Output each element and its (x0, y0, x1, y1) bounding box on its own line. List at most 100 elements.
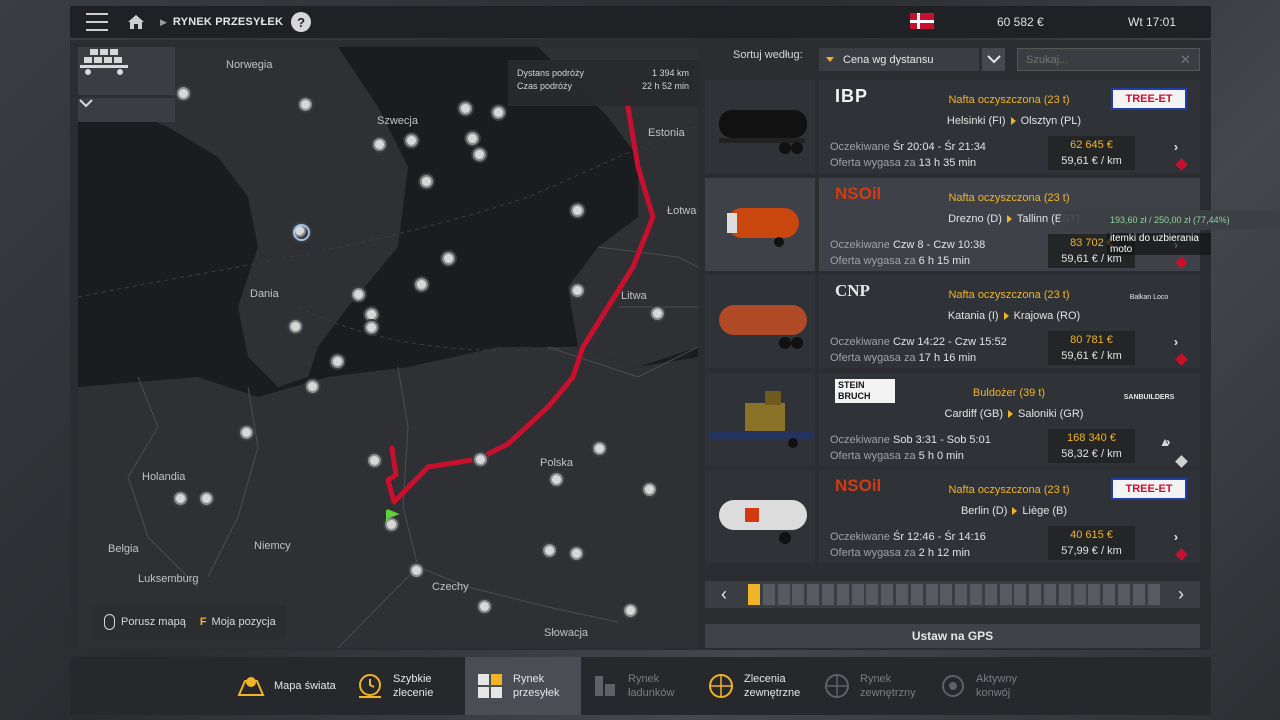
job-offer[interactable]: NSOil Nafta oczyszczona (23 t) Berlin (D… (705, 470, 1200, 563)
job-offer[interactable]: IBP Nafta oczyszczona (23 t) Helsinki (F… (705, 80, 1200, 173)
page-indicator[interactable] (1132, 584, 1145, 605)
menu-icon[interactable] (86, 13, 108, 31)
city-marker[interactable] (442, 252, 455, 265)
city-marker[interactable] (492, 106, 505, 119)
page-indicator[interactable] (1014, 584, 1027, 605)
page-indicator[interactable] (1103, 584, 1116, 605)
page-indicator[interactable] (807, 584, 820, 605)
nav-cargo-market[interactable]: Rynek ładunków (590, 657, 690, 715)
breadcrumb[interactable]: RYNEK PRZESYŁEK (173, 16, 283, 28)
clear-search-icon[interactable]: ✕ (1180, 52, 1191, 68)
page-indicator[interactable] (999, 584, 1012, 605)
city-marker[interactable] (571, 204, 584, 217)
page-indicator[interactable] (762, 584, 775, 605)
job-offer[interactable]: STEIN BRUCH Buldożer (39 t) Cardiff (GB)… (705, 373, 1200, 468)
city-marker[interactable] (474, 453, 487, 466)
city-marker[interactable] (405, 134, 418, 147)
city-marker[interactable] (466, 132, 479, 145)
page-indicator[interactable] (822, 584, 834, 605)
special-cargo-icon (1175, 455, 1188, 468)
nav-convoy[interactable]: Aktywny konwój (938, 657, 1038, 715)
set-gps-button[interactable]: Ustaw na GPS (705, 624, 1200, 648)
city-marker[interactable] (177, 87, 190, 100)
selected-city-marker[interactable] (293, 224, 310, 241)
page-indicator[interactable] (1058, 584, 1071, 605)
travel-time-value: 22 h 52 min (641, 81, 689, 91)
nav-quick-job[interactable]: Szybkie zlecenie (355, 657, 455, 715)
city-marker[interactable] (571, 284, 584, 297)
city-marker[interactable] (410, 564, 423, 577)
city-marker[interactable] (593, 442, 606, 455)
nav-world-map[interactable]: Mapa świata (236, 657, 346, 715)
client-logo: IBP (835, 86, 869, 106)
city-marker[interactable] (420, 175, 433, 188)
city-marker[interactable] (174, 492, 187, 505)
page-indicator[interactable] (881, 584, 894, 605)
expand-button[interactable] (78, 98, 175, 122)
sort-dropdown[interactable]: Cena wg dystansu (819, 48, 979, 71)
prev-page-button[interactable]: ‹ (705, 581, 743, 608)
page-indicator[interactable] (910, 584, 923, 605)
city-marker[interactable] (570, 547, 583, 560)
city-marker[interactable] (473, 148, 486, 161)
city-marker[interactable] (200, 492, 213, 505)
tanker-trailer-icon (727, 208, 799, 247)
page-indicator[interactable] (925, 584, 938, 605)
map-label: Dania (250, 288, 279, 300)
search-input[interactable] (1017, 48, 1200, 71)
page-indicator[interactable] (984, 584, 997, 605)
nav-external-jobs[interactable]: Zlecenia zewnętrzne (706, 657, 811, 715)
city-marker[interactable] (306, 380, 319, 393)
home-icon[interactable] (126, 12, 146, 32)
page-indicator[interactable] (970, 584, 982, 605)
city-marker[interactable] (331, 355, 344, 368)
route-map[interactable]: Norwegia Szwecja Estonia Łotwa Dania Lit… (78, 47, 698, 648)
page-indicator[interactable] (1044, 584, 1056, 605)
page-indicator[interactable] (1073, 584, 1086, 605)
help-button[interactable]: ? (291, 12, 312, 32)
city-marker[interactable] (373, 138, 386, 151)
chevron-down-icon (986, 55, 1001, 64)
page-indicator[interactable] (940, 584, 953, 605)
city-marker[interactable] (240, 426, 253, 439)
city-marker[interactable] (365, 308, 378, 321)
page-indicator[interactable] (1147, 584, 1160, 605)
page-indicator[interactable] (1088, 584, 1101, 605)
hazard-icon (1175, 353, 1188, 366)
nav-freight-market[interactable]: Rynek przesyłek (465, 657, 581, 715)
city-marker[interactable] (624, 604, 637, 617)
page-indicator[interactable] (836, 584, 849, 605)
trailer-filter-button[interactable] (78, 47, 175, 95)
distance-value: 1 394 km (651, 68, 689, 78)
city-marker[interactable] (550, 473, 563, 486)
quick-job-icon (355, 671, 385, 701)
page-indicator[interactable] (955, 584, 968, 605)
sort-dropdown-toggle[interactable] (982, 48, 1005, 71)
city-marker[interactable] (415, 278, 428, 291)
page-indicator[interactable] (896, 584, 908, 605)
city-marker[interactable] (365, 321, 378, 334)
page-indicator[interactable] (748, 584, 760, 605)
city-marker[interactable] (459, 102, 472, 115)
page-indicator[interactable] (1029, 584, 1042, 605)
nav-external-market[interactable]: Rynek zewnętrzny (822, 657, 927, 715)
page-indicator[interactable] (866, 584, 879, 605)
city-marker[interactable] (352, 288, 365, 301)
page-indicator[interactable] (851, 584, 864, 605)
city-marker[interactable] (299, 98, 312, 111)
trailer-thumbnail (705, 275, 815, 368)
my-position-hint[interactable]: Moja pozycja (212, 616, 276, 628)
city-marker[interactable] (543, 544, 556, 557)
city-marker[interactable] (651, 307, 664, 320)
job-offer[interactable]: CNP Nafta oczyszczona (23 t) Katania (I)… (705, 275, 1200, 368)
page-indicator[interactable] (792, 584, 805, 605)
city-marker[interactable] (478, 600, 491, 613)
page-indicator[interactable] (777, 584, 790, 605)
city-marker[interactable] (289, 320, 302, 333)
next-page-button[interactable]: › (1162, 581, 1200, 608)
city-marker[interactable] (643, 483, 656, 496)
map-label: Polska (540, 457, 574, 469)
page-indicator[interactable] (1118, 584, 1130, 605)
city-marker[interactable] (368, 454, 381, 467)
company-logo: TREE-ET (1111, 478, 1187, 500)
